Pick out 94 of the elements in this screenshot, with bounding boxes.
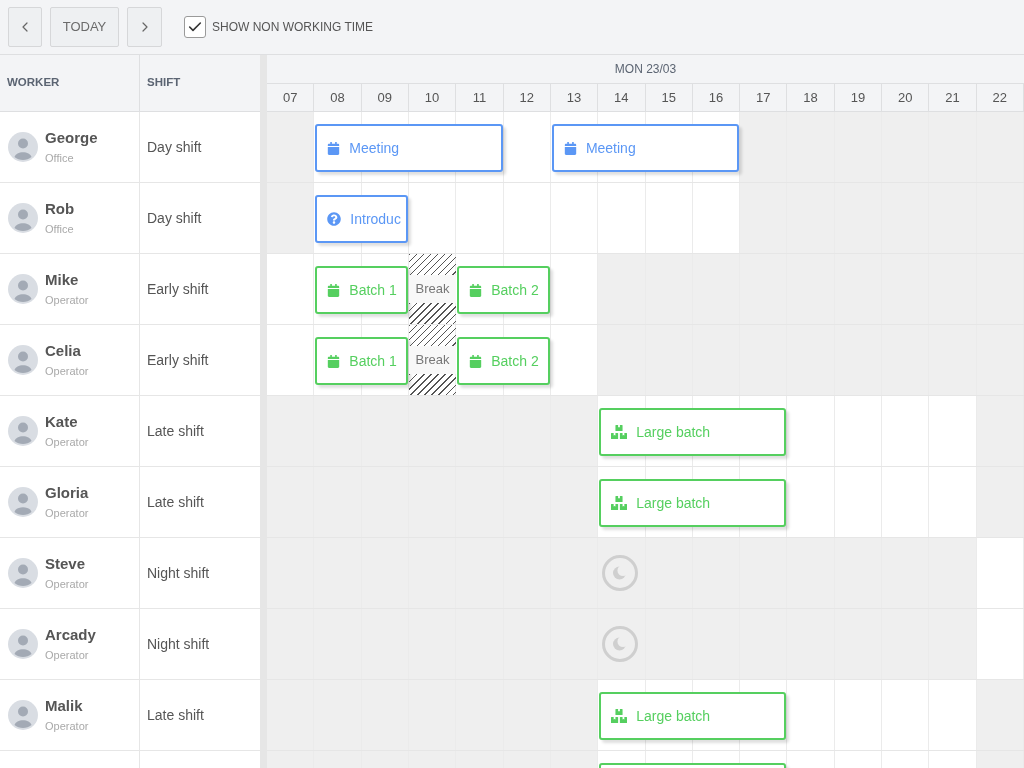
previous-button[interactable]	[8, 7, 42, 47]
event-title: Large batch	[636, 706, 711, 726]
shift-name: Night shift	[147, 563, 210, 583]
worker-name: Steve	[45, 554, 87, 574]
hour-header: 07	[267, 84, 315, 111]
avatar-silhouette-icon	[8, 487, 38, 517]
hour-header: 22	[976, 84, 1024, 111]
hour-header: 15	[645, 84, 693, 111]
worker-role: Operator	[45, 719, 89, 734]
worker-role: Operator	[45, 648, 90, 663]
worker-role: Operator	[45, 506, 89, 521]
checkbox-label[interactable]: SHOW NON WORKING TIME	[212, 18, 374, 36]
stacked-boxes-icon	[611, 495, 628, 511]
hour-header: 16	[692, 84, 741, 111]
worker-role: Operator	[45, 435, 89, 450]
event-title: Introduc	[350, 209, 401, 229]
calendar-icon	[327, 141, 341, 155]
hour-header: 14	[598, 84, 646, 111]
event-bar[interactable]: Batch 1	[315, 266, 408, 314]
worker-role: Operator	[45, 364, 89, 379]
break-label: Break	[408, 346, 457, 374]
moon-ring-icon[interactable]	[602, 555, 639, 591]
event-bar[interactable]: Meeting	[551, 124, 740, 172]
event-title: Meeting	[585, 138, 636, 158]
event-title: Batch 1	[349, 280, 397, 300]
event-bar[interactable]: Large batch	[599, 692, 787, 740]
event-bar[interactable]: Introduc	[315, 195, 408, 243]
worker-name: Malik	[45, 696, 84, 716]
calendar-icon	[327, 354, 341, 368]
event-title: Meeting	[349, 138, 400, 158]
column-header[interactable]: WORKER	[0, 55, 140, 111]
shift-name: Late shift	[147, 705, 204, 725]
avatar-silhouette-icon	[8, 416, 38, 446]
hour-header: 09	[361, 84, 409, 111]
hour-header: 10	[408, 84, 457, 111]
hour-header: 21	[929, 84, 977, 111]
event-bar[interactable]: Batch 2	[457, 337, 550, 385]
calendar-icon	[563, 141, 577, 155]
shift-name: Day shift	[147, 208, 202, 228]
hour-header: 13	[550, 84, 599, 111]
event-bar[interactable]: Large batch	[599, 408, 787, 456]
moon-ring-icon[interactable]	[602, 626, 639, 662]
shift-name: Day shift	[147, 137, 202, 157]
date-header: MON 23/03	[614, 61, 677, 78]
avatar-silhouette-icon	[8, 203, 38, 233]
shift-name: Night shift	[147, 634, 210, 654]
event-bar[interactable]: Meeting	[315, 124, 503, 172]
hour-header: 20	[882, 84, 930, 111]
splitter-bar[interactable]	[260, 55, 267, 768]
calendar-icon	[469, 283, 483, 297]
hour-header: 12	[503, 84, 551, 111]
avatar-silhouette-icon	[8, 274, 38, 304]
shift-name: Late shift	[147, 421, 204, 441]
worker-name: Gloria	[45, 483, 89, 503]
worker-name: Mike	[45, 270, 80, 290]
worker-name: Rob	[45, 199, 75, 219]
column-header[interactable]: SHIFT	[140, 55, 260, 111]
next-button[interactable]	[127, 7, 162, 47]
hour-header: 19	[834, 84, 883, 111]
event-bar[interactable]: Batch 2	[457, 266, 550, 314]
hour-header: 11	[456, 84, 504, 111]
avatar-silhouette-icon	[8, 629, 38, 659]
checkbox[interactable]	[184, 16, 206, 38]
worker-name: Arcady	[45, 625, 96, 645]
hour-header: 17	[740, 84, 788, 111]
shift-name: Early shift	[147, 350, 209, 370]
worker-role: Operator	[45, 293, 89, 308]
hour-header: 08	[314, 84, 362, 111]
avatar-silhouette-icon	[8, 345, 38, 375]
stacked-boxes-icon	[611, 424, 628, 440]
shift-name: Late shift	[147, 492, 204, 512]
worker-name: George	[45, 128, 98, 148]
avatar-silhouette-icon	[8, 558, 38, 588]
event-title: Batch 2	[491, 280, 539, 300]
today-button[interactable]: TODAY	[50, 7, 119, 47]
event-bar[interactable]: Large batch	[599, 479, 787, 527]
event-bar[interactable]: Batch 1	[315, 337, 408, 385]
event-title: Batch 2	[491, 351, 539, 371]
break-label: Break	[408, 275, 457, 303]
event-title: Large batch	[636, 493, 711, 513]
stacked-boxes-icon	[611, 708, 628, 724]
calendar-icon	[327, 283, 341, 297]
worker-role: Operator	[45, 577, 89, 592]
worker-role: Office	[45, 151, 75, 166]
avatar-silhouette-icon	[8, 132, 38, 162]
event-title: Large batch	[636, 422, 711, 442]
worker-role: Office	[45, 222, 75, 237]
hour-header: 18	[787, 84, 835, 111]
calendar-icon	[469, 354, 483, 368]
event-title: Batch 1	[349, 351, 397, 371]
avatar-silhouette-icon	[8, 700, 38, 730]
worker-name: Celia	[45, 341, 82, 361]
shift-name: Early shift	[147, 279, 209, 299]
worker-name: Kate	[45, 412, 79, 432]
